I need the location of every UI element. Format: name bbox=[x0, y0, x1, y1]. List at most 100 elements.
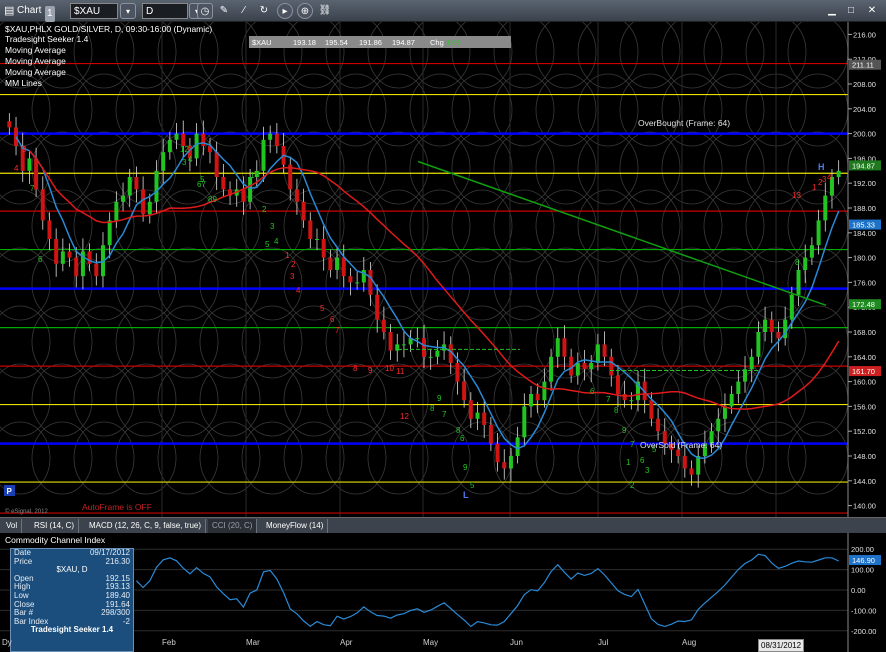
candle-body bbox=[816, 220, 821, 246]
tab-vol[interactable]: Vol bbox=[2, 519, 23, 533]
clock-icon[interactable]: ◷ bbox=[197, 3, 213, 19]
candle-body bbox=[542, 381, 547, 401]
link-icon[interactable]: ⛓ bbox=[317, 3, 333, 19]
cci-tick-label: 0.00 bbox=[851, 586, 866, 595]
seeker-count-green: 1 bbox=[250, 171, 255, 180]
x-axis-label: Mar bbox=[246, 638, 260, 647]
candle-body bbox=[348, 276, 353, 283]
tab-rsi[interactable]: RSI (14, C) bbox=[30, 519, 80, 533]
interval-input[interactable]: D bbox=[142, 3, 188, 19]
tab-cci[interactable]: CCI (20, C) bbox=[208, 519, 258, 533]
play-icon[interactable]: ▸ bbox=[277, 3, 293, 19]
price-tick-label: 168.00 bbox=[853, 328, 876, 337]
candle-body bbox=[161, 152, 166, 171]
price-tag-label: 172.48 bbox=[852, 300, 875, 309]
chart-header: $XAU,PHLX GOLD/SILVER, D, 09:30-16:00 (D… bbox=[5, 24, 212, 34]
quote-value: 191.86 bbox=[359, 38, 382, 47]
zoom-icon[interactable]: ⊕ bbox=[297, 3, 313, 19]
candle-body bbox=[422, 338, 426, 357]
seeker-count-green: 67 bbox=[197, 180, 206, 189]
candle-body bbox=[114, 201, 119, 221]
seeker-count-green: 5 bbox=[265, 240, 270, 249]
candle-body bbox=[676, 449, 681, 456]
candle-body bbox=[54, 239, 59, 264]
seeker-count-green: 89 bbox=[208, 195, 217, 204]
candle-body bbox=[562, 338, 567, 357]
candle-body bbox=[595, 344, 600, 363]
candle-body bbox=[428, 356, 433, 358]
candle-body bbox=[375, 294, 380, 320]
candle-body bbox=[27, 158, 32, 171]
seeker-count-red: 10 bbox=[385, 364, 394, 373]
minimize-icon[interactable]: ▁ bbox=[824, 3, 840, 19]
refresh-icon[interactable]: ↻ bbox=[256, 3, 272, 19]
candle-body bbox=[274, 133, 279, 146]
study-label: Moving Average bbox=[5, 45, 66, 55]
x-axis-label: May bbox=[423, 638, 439, 647]
candle-body bbox=[656, 418, 661, 432]
quote-box: $XAU 193.18 195.54 191.86 194.87 Chg 1.69 bbox=[249, 36, 511, 48]
candle-body bbox=[127, 177, 132, 196]
price-tick-label: 184.00 bbox=[853, 229, 876, 238]
candle-body bbox=[602, 344, 607, 357]
candle-body bbox=[809, 245, 814, 258]
seeker-count-red: 12 bbox=[400, 412, 409, 421]
quote-value: 1.69 bbox=[446, 38, 461, 47]
candle-body bbox=[368, 270, 373, 295]
study-tabs: Vol RSI (14, C) MACD (12, 26, C, 9, fals… bbox=[0, 517, 886, 533]
line-draw-icon[interactable]: ∕ bbox=[236, 3, 252, 19]
price-tick-label: 160.00 bbox=[853, 378, 876, 387]
candle-body bbox=[221, 177, 226, 190]
candle-body bbox=[495, 443, 500, 463]
maximize-icon[interactable]: □ bbox=[843, 3, 859, 19]
candle-body bbox=[535, 394, 540, 401]
candle-body bbox=[522, 406, 527, 438]
candle-body bbox=[549, 356, 554, 382]
seeker-count-green: 9 bbox=[437, 394, 442, 403]
overbought-label: OverBought (Frame: 64) bbox=[638, 118, 730, 128]
candle-body bbox=[147, 201, 152, 215]
data-label: Price bbox=[14, 556, 33, 566]
close-icon[interactable]: ✕ bbox=[864, 3, 880, 19]
candle-body bbox=[74, 257, 79, 277]
pencil-icon[interactable]: ✎ bbox=[216, 3, 232, 19]
data-value: 216.30 bbox=[105, 556, 130, 566]
cci-tick-label: 200.00 bbox=[851, 545, 874, 554]
candle-body bbox=[609, 356, 614, 376]
oversold-label: OverSold (Frame: 64) bbox=[640, 440, 722, 450]
seeker-count-green: 6 bbox=[640, 456, 645, 465]
window-badge: 1 bbox=[45, 6, 55, 22]
candle-body bbox=[415, 338, 420, 340]
study-label: Moving Average bbox=[5, 67, 66, 77]
x-axis-label: Feb bbox=[162, 638, 176, 647]
candle-body bbox=[121, 195, 126, 202]
price-tick-label: 140.00 bbox=[853, 502, 876, 511]
candle-body bbox=[141, 189, 146, 215]
candle-body bbox=[7, 121, 12, 128]
seeker-count-green: 6 bbox=[38, 255, 43, 264]
price-tag-label: 211.11 bbox=[852, 61, 874, 70]
seeker-count-green: 2 bbox=[630, 481, 635, 490]
symbol-input[interactable]: $XAU bbox=[70, 3, 118, 19]
candle-body bbox=[201, 133, 206, 146]
candle-body bbox=[462, 381, 467, 401]
seeker-count-green: 9 bbox=[463, 463, 468, 472]
seeker-count-red: 13 bbox=[792, 191, 801, 200]
seeker-count-green: 3 bbox=[270, 222, 275, 231]
quote-value: $XAU bbox=[252, 38, 272, 47]
price-tick-label: 164.00 bbox=[853, 353, 876, 362]
data-window: Date 09/17/2012 Price 216.30 $XAU, D Open 1… bbox=[10, 548, 134, 652]
candle-body bbox=[508, 456, 513, 469]
price-tick-label: 188.00 bbox=[853, 204, 876, 213]
tab-macd[interactable]: MACD (12, 26, C, 9, false, true) bbox=[85, 519, 207, 533]
candle-body bbox=[716, 418, 721, 432]
corner-label: P bbox=[7, 487, 13, 496]
price-chart[interactable]: 3412345678 9 10 11121312 3 4123 45678912345678… bbox=[0, 22, 886, 518]
x-axis-label: Dy bbox=[2, 638, 12, 647]
seeker-count-green: 7 bbox=[606, 395, 611, 404]
chevron-down-icon[interactable]: ▾ bbox=[120, 3, 136, 19]
tab-moneyflow[interactable]: MoneyFlow (14) bbox=[262, 519, 329, 533]
x-axis-label: Jul bbox=[598, 638, 609, 647]
price-tick-label: 200.00 bbox=[853, 130, 876, 139]
candle-body bbox=[47, 220, 52, 239]
